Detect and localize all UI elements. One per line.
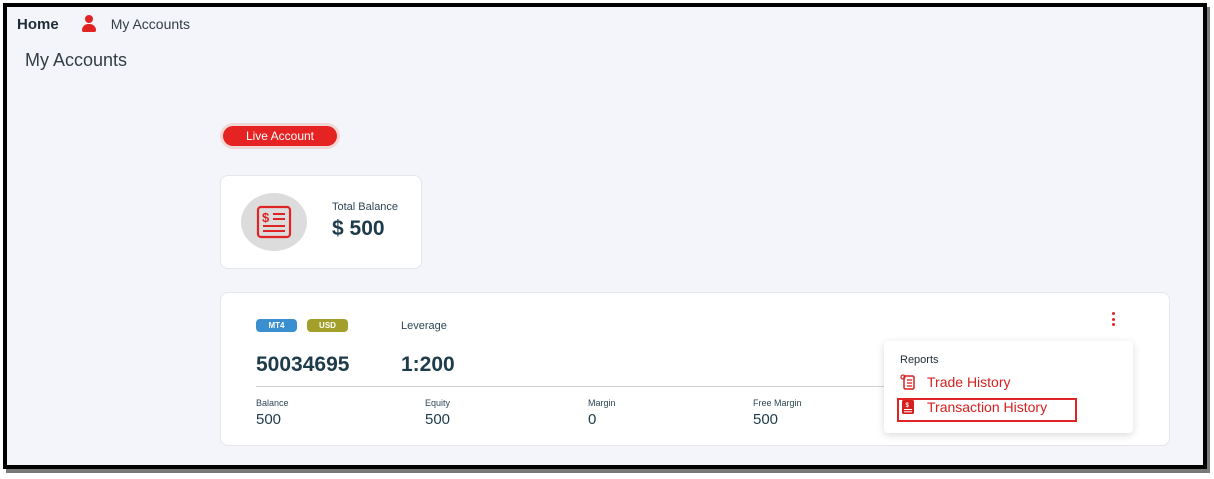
breadcrumb-home[interactable]: Home — [17, 16, 59, 33]
highlight-box — [897, 398, 1077, 422]
balance-value: 500 — [256, 411, 282, 428]
leverage-value: 1:200 — [401, 353, 455, 376]
reports-heading: Reports — [900, 354, 939, 366]
live-account-tab[interactable]: Live Account — [223, 126, 337, 146]
balance-icon: $ — [241, 193, 307, 251]
breadcrumb-current[interactable]: My Accounts — [111, 16, 190, 32]
free-margin-value: 500 — [753, 411, 779, 428]
trade-history-label: Trade History — [927, 374, 1011, 390]
account-number: 50034695 — [256, 353, 350, 376]
margin-value: 0 — [588, 411, 597, 428]
menu-item-trade-history[interactable]: Trade History — [900, 374, 1011, 390]
equity-value: 500 — [425, 411, 451, 428]
equity-label: Equity — [425, 398, 451, 408]
reports-menu: Reports Trade History $ Transaction Hist… — [884, 341, 1133, 433]
currency-badge: USD — [307, 319, 348, 332]
app-window: Home My Accounts My Accounts Live Accoun… — [3, 3, 1207, 469]
svg-text:$: $ — [262, 210, 270, 225]
free-margin-label: Free Margin — [753, 398, 802, 408]
total-balance-card: $ Total Balance $ 500 — [220, 175, 422, 269]
user-icon — [81, 15, 97, 33]
page-title: My Accounts — [25, 50, 128, 70]
total-balance-value: $ 500 — [332, 217, 385, 240]
balance-label: Balance — [256, 398, 289, 408]
trade-history-icon — [900, 374, 916, 390]
leverage-label: Leverage — [401, 320, 447, 332]
more-options-icon[interactable] — [1112, 312, 1116, 326]
divider — [256, 386, 886, 387]
breadcrumb: Home My Accounts — [17, 13, 190, 35]
margin-label: Margin — [588, 398, 616, 408]
total-balance-label: Total Balance — [332, 201, 399, 213]
platform-badge: MT4 — [256, 319, 297, 332]
